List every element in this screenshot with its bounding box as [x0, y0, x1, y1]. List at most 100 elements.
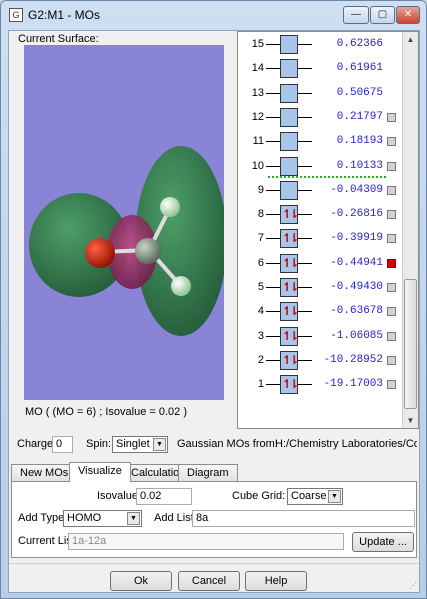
occupied-orbital-box[interactable]: ↿⇂ — [280, 278, 299, 297]
mo-level-line — [266, 335, 280, 337]
charge-input[interactable]: 0 — [52, 436, 73, 453]
occupied-orbital-box[interactable]: ↿⇂ — [280, 375, 299, 395]
add-type-value: HOMO — [67, 512, 102, 524]
mo-level-line — [266, 116, 280, 118]
mo-index: 8 — [257, 208, 264, 221]
help-button[interactable]: Help — [245, 571, 307, 591]
mo-selected-checkbox[interactable] — [387, 258, 396, 268]
mo-row[interactable]: 15 0.62366 — [238, 33, 402, 57]
mo-energy: 0.50675 — [336, 86, 383, 99]
ok-button[interactable]: Ok — [110, 571, 172, 591]
mo-list-scrollbar[interactable]: ▲ ▼ — [402, 32, 418, 428]
virtual-orbital-box[interactable] — [280, 132, 298, 152]
chevron-down-icon: ▼ — [127, 512, 140, 525]
mo-checkbox[interactable] — [387, 283, 396, 292]
mo-row[interactable]: 8 ↿⇂ -0.26816 — [238, 203, 402, 227]
tab-diagram[interactable]: Diagram — [178, 464, 238, 481]
spin-select[interactable]: Singlet ▼ — [112, 436, 168, 453]
mo-index: 13 — [251, 86, 264, 99]
mo-index: 9 — [257, 183, 264, 196]
mo-level-line — [266, 141, 280, 143]
mo-index: 5 — [257, 281, 264, 293]
scroll-thumb[interactable] — [404, 279, 417, 409]
cube-grid-label: Cube Grid: — [232, 490, 286, 502]
isovalue-input[interactable]: 0.02 — [136, 488, 192, 505]
mo-level-line — [266, 44, 280, 45]
orbital-rendering — [29, 146, 224, 336]
mo-checkbox[interactable] — [387, 307, 396, 317]
mo-row[interactable]: 5 ↿⇂ -0.49430 — [238, 276, 402, 300]
minimize-button[interactable]: — — [343, 6, 369, 24]
mo-level-line — [266, 359, 280, 361]
scroll-up-icon[interactable]: ▲ — [403, 32, 418, 47]
mo-level-line — [266, 165, 280, 167]
mo-row[interactable]: 3 ↿⇂ -1.06085 — [238, 325, 402, 349]
title-bar[interactable]: G G2:M1 - MOs — ▢ ✕ — [1, 1, 426, 29]
virtual-orbital-box[interactable] — [280, 180, 298, 200]
mo-row[interactable]: 4 ↿⇂ -0.63678 — [238, 300, 402, 324]
occupied-orbital-box[interactable]: ↿⇂ — [280, 205, 299, 225]
mo-index: 1 — [257, 378, 264, 391]
virtual-orbital-box[interactable] — [280, 156, 298, 176]
mo-source-path: H:/Chemistry Laboratories/Compu — [275, 438, 417, 450]
close-button[interactable]: ✕ — [396, 6, 420, 24]
mo-row[interactable]: 10 0.10133 — [238, 155, 402, 179]
add-type-select[interactable]: HOMO ▼ — [63, 510, 142, 527]
mo-energy: -0.44941 — [330, 256, 383, 269]
mo-index: 12 — [251, 110, 264, 123]
mo-energy: 0.10133 — [336, 159, 383, 172]
mo-checkbox[interactable] — [387, 210, 396, 220]
mo-checkbox[interactable] — [387, 355, 396, 365]
mo-row[interactable]: 2 ↿⇂ -10.28952 — [238, 349, 402, 373]
mo-energy: -0.39919 — [330, 232, 383, 245]
tab-visualize[interactable]: Visualize — [69, 462, 131, 482]
mo-checkbox[interactable] — [387, 185, 396, 195]
charge-label: Charge: — [17, 438, 57, 450]
mo-row[interactable]: 9 -0.04309 — [238, 179, 402, 203]
mo-row[interactable]: 14 0.61961 — [238, 57, 402, 81]
maximize-button[interactable]: ▢ — [370, 6, 395, 24]
add-list-input[interactable]: 8a — [192, 510, 415, 527]
cube-grid-value: Coarse — [291, 490, 327, 502]
electron-pair-icon: ↿⇂ — [281, 304, 299, 319]
virtual-orbital-box[interactable] — [280, 59, 298, 79]
mo-checkbox[interactable] — [387, 137, 396, 147]
mo-index: 4 — [257, 305, 264, 318]
mo-row[interactable]: 6 ↿⇂ -0.44941 — [238, 252, 402, 276]
mo-level-line — [298, 311, 312, 313]
mo-level-line — [266, 189, 280, 191]
mo-checkbox[interactable] — [387, 161, 396, 171]
molecule-viewer[interactable] — [24, 45, 224, 400]
tab-new-mos[interactable]: New MOs — [11, 464, 78, 481]
mo-energy: 0.61961 — [336, 62, 383, 75]
mo-row[interactable]: 7 ↿⇂ -0.39919 — [238, 227, 402, 251]
occupied-orbital-box[interactable]: ↿⇂ — [280, 229, 299, 249]
cancel-button[interactable]: Cancel — [178, 571, 240, 591]
mo-checkbox[interactable] — [387, 331, 396, 341]
mo-index: 10 — [251, 159, 264, 172]
add-type-label: Add Type: — [18, 512, 68, 524]
scroll-down-icon[interactable]: ▼ — [403, 413, 418, 428]
mo-checkbox[interactable] — [387, 112, 396, 122]
mo-row[interactable]: 11 0.18193 — [238, 130, 402, 154]
occupied-orbital-box[interactable]: ↿⇂ — [280, 253, 299, 273]
mo-checkbox[interactable] — [387, 234, 396, 244]
virtual-orbital-box[interactable] — [280, 35, 298, 54]
mo-checkbox[interactable] — [387, 380, 396, 390]
mo-energy-list[interactable]: 15 0.62366 14 0.61961 13 0.50675 12 0.21797 11 0.… — [237, 31, 419, 429]
virtual-orbital-box[interactable] — [280, 107, 298, 127]
update-button[interactable]: Update ... — [352, 532, 414, 552]
occupied-orbital-box[interactable]: ↿⇂ — [280, 326, 299, 346]
hydrogen-atom-top — [160, 197, 180, 217]
occupied-orbital-box[interactable]: ↿⇂ — [280, 302, 299, 322]
mo-row[interactable]: 13 0.50675 — [238, 82, 402, 106]
virtual-orbital-box[interactable] — [280, 83, 298, 103]
cube-grid-select[interactable]: Coarse ▼ — [287, 488, 343, 505]
mo-row[interactable]: 1 ↿⇂ -19.17003 — [238, 373, 402, 397]
occupied-orbital-box[interactable]: ↿⇂ — [280, 350, 299, 370]
mo-level-line — [266, 384, 280, 386]
mo-level-line — [298, 287, 312, 288]
mo-row[interactable]: 12 0.21797 — [238, 106, 402, 130]
resize-grip-icon[interactable]: ⋰ — [409, 581, 417, 590]
mo-level-line — [298, 68, 312, 70]
